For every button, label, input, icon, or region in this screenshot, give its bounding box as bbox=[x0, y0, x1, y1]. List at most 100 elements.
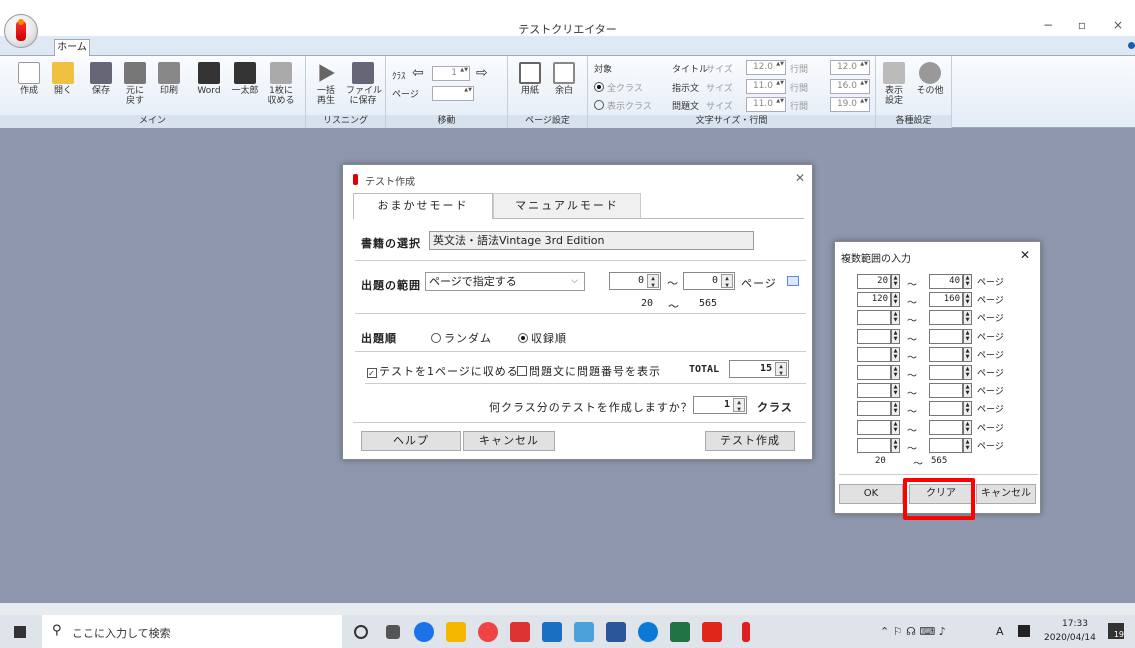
range-to-input[interactable] bbox=[929, 401, 963, 417]
range-to-input[interactable] bbox=[929, 419, 963, 435]
class-count-spinner[interactable]: 1 ▲ ▼ bbox=[693, 396, 747, 414]
spinner-arrows-icon[interactable]: ▲ ▼ bbox=[963, 274, 972, 289]
testcreator-taskbar-icon[interactable] bbox=[742, 622, 750, 642]
spinner-arrows-icon[interactable]: ▲ ▼ bbox=[733, 398, 745, 413]
order-random-radio[interactable]: ランダム bbox=[431, 330, 492, 346]
windows-start-icon[interactable] bbox=[14, 626, 26, 638]
clock-time[interactable]: 17:33 bbox=[1062, 619, 1088, 629]
app-menu-button[interactable] bbox=[4, 14, 38, 48]
word-taskbar-icon[interactable] bbox=[606, 622, 626, 642]
range-to-input[interactable]: 160 bbox=[929, 292, 963, 308]
range-select[interactable]: ページで指定する ⌵ bbox=[425, 272, 585, 291]
explorer-icon[interactable] bbox=[446, 622, 466, 642]
page-select[interactable] bbox=[432, 86, 474, 101]
range-to-spinner[interactable]: 0 ▲ ▼ bbox=[683, 272, 735, 290]
range-from-input[interactable] bbox=[857, 328, 891, 344]
range-from-input[interactable] bbox=[857, 383, 891, 399]
tab-auto-mode[interactable]: おまかせモード bbox=[353, 193, 493, 219]
print-button[interactable]: 印刷 bbox=[156, 62, 182, 96]
open-button[interactable]: 開く bbox=[50, 62, 76, 96]
fit-one-page-button[interactable]: 1枚に 収める bbox=[266, 62, 296, 106]
question-size-spinner[interactable]: 11.0 bbox=[746, 97, 786, 112]
taskbar-search[interactable]: ⚲ ここに入力して検索 bbox=[42, 615, 342, 648]
spinner-arrows-icon[interactable]: ▲ ▼ bbox=[647, 274, 659, 289]
spinner-arrows-icon[interactable]: ▲ ▼ bbox=[891, 310, 900, 326]
range-to-input[interactable] bbox=[929, 310, 963, 326]
spinner-arrows-icon[interactable]: ▲ ▼ bbox=[963, 292, 972, 308]
spinner-arrows-icon[interactable]: ▲ ▼ bbox=[891, 328, 900, 344]
range-to-input[interactable] bbox=[929, 346, 963, 362]
spinner-arrows-icon[interactable]: ▲ ▼ bbox=[891, 401, 900, 417]
instruct-size-spinner[interactable]: 11.0 bbox=[746, 79, 786, 94]
range-from-spinner[interactable]: 0 ▲ ▼ bbox=[609, 272, 661, 290]
cancel-button[interactable]: キャンセル bbox=[463, 431, 555, 451]
task-view-icon[interactable] bbox=[386, 625, 400, 639]
title-line-spinner[interactable]: 12.0 bbox=[830, 60, 870, 75]
spinner-arrows-icon[interactable]: ▲ ▼ bbox=[891, 292, 900, 308]
range-from-input[interactable] bbox=[857, 346, 891, 362]
spinner-arrows-icon[interactable]: ▲ ▼ bbox=[891, 365, 900, 380]
title-size-spinner[interactable]: 12.0 bbox=[746, 60, 786, 75]
app-blue-icon[interactable] bbox=[574, 622, 594, 642]
prev-arrow-icon[interactable]: ⇦ bbox=[412, 65, 424, 81]
range-to-input[interactable] bbox=[929, 328, 963, 344]
spinner-arrows-icon[interactable]: ▲ ▼ bbox=[891, 419, 900, 435]
spinner-arrows-icon[interactable]: ▲ ▼ bbox=[891, 383, 900, 399]
spinner-arrows-icon[interactable]: ▲ ▼ bbox=[891, 274, 900, 289]
question-number-checkbox[interactable]: 問題文に問題番号を表示 bbox=[517, 363, 661, 379]
excel-icon[interactable] bbox=[670, 622, 690, 642]
clock-date[interactable]: 2020/04/14 bbox=[1044, 633, 1096, 643]
class-spinner[interactable]: 1 bbox=[432, 66, 470, 81]
ok-button[interactable]: OK bbox=[839, 484, 903, 504]
margin-button[interactable]: 余白 bbox=[550, 62, 578, 96]
target-display-radio[interactable]: 表示クラス bbox=[594, 99, 652, 112]
range-to-input[interactable]: 40 bbox=[929, 274, 963, 289]
outlook-icon[interactable] bbox=[542, 622, 562, 642]
ichitaro-button[interactable]: 一太郎 bbox=[229, 62, 261, 96]
range-from-input[interactable] bbox=[857, 437, 891, 453]
range-from-input[interactable]: 120 bbox=[857, 292, 891, 308]
instruct-line-spinner[interactable]: 16.0 bbox=[830, 79, 870, 94]
spinner-arrows-icon[interactable]: ▲ ▼ bbox=[963, 328, 972, 344]
fit-one-page-checkbox[interactable]: ✓ テストを1ページに収める bbox=[367, 363, 519, 379]
app-red-icon[interactable] bbox=[510, 622, 530, 642]
cortana-icon[interactable] bbox=[354, 625, 368, 639]
tray-icons[interactable]: ⌃ ⚐ ☊ ⌨ ♪ bbox=[880, 625, 946, 638]
help-button[interactable]: ヘルプ bbox=[361, 431, 461, 451]
range-from-input[interactable] bbox=[857, 365, 891, 380]
range-cancel-button[interactable]: キャンセル bbox=[976, 484, 1036, 504]
chrome-icon[interactable] bbox=[478, 622, 498, 642]
total-spinner[interactable]: 15 ▲ ▼ bbox=[729, 360, 789, 378]
book-field[interactable]: 英文法・語法Vintage 3rd Edition bbox=[429, 231, 754, 250]
spinner-arrows-icon[interactable]: ▲ ▼ bbox=[891, 346, 900, 362]
create-button[interactable]: 作成 bbox=[16, 62, 42, 96]
acrobat-icon[interactable] bbox=[702, 622, 722, 642]
close-button[interactable]: × bbox=[1108, 18, 1128, 32]
question-line-spinner[interactable]: 19.0 bbox=[830, 97, 870, 112]
spinner-arrows-icon[interactable]: ▲ ▼ bbox=[963, 401, 972, 417]
spinner-arrows-icon[interactable]: ▲ ▼ bbox=[963, 365, 972, 380]
tab-home[interactable]: ホーム bbox=[54, 39, 90, 57]
range-to-input[interactable] bbox=[929, 437, 963, 453]
target-all-radio[interactable]: 全クラス bbox=[594, 81, 643, 94]
range-from-input[interactable]: 20 bbox=[857, 274, 891, 289]
save-audio-button[interactable]: ファイル に保存 bbox=[346, 62, 382, 106]
dialog-close-icon[interactable]: ✕ bbox=[795, 171, 805, 185]
spinner-arrows-icon[interactable]: ▲ ▼ bbox=[963, 437, 972, 453]
range-dialog-close-icon[interactable]: ✕ bbox=[1020, 248, 1030, 262]
range-to-input[interactable] bbox=[929, 365, 963, 380]
save-button[interactable]: 保存 bbox=[88, 62, 114, 96]
spinner-arrows-icon[interactable]: ▲ ▼ bbox=[963, 419, 972, 435]
order-book-radio[interactable]: 収録順 bbox=[518, 330, 567, 346]
spinner-arrows-icon[interactable]: ▲ ▼ bbox=[721, 274, 733, 289]
range-from-input[interactable] bbox=[857, 419, 891, 435]
range-from-input[interactable] bbox=[857, 401, 891, 417]
notification-icon[interactable]: 19 bbox=[1108, 623, 1124, 639]
minimize-button[interactable]: − bbox=[1038, 18, 1058, 32]
multi-range-icon[interactable] bbox=[787, 276, 799, 286]
tab-manual-mode[interactable]: マニュアルモード bbox=[493, 193, 641, 219]
edge-icon[interactable] bbox=[414, 622, 434, 642]
play-all-button[interactable]: 一括 再生 bbox=[312, 62, 340, 106]
display-settings-button[interactable]: 表示 設定 bbox=[880, 62, 908, 106]
next-arrow-icon[interactable]: ⇨ bbox=[476, 65, 488, 81]
